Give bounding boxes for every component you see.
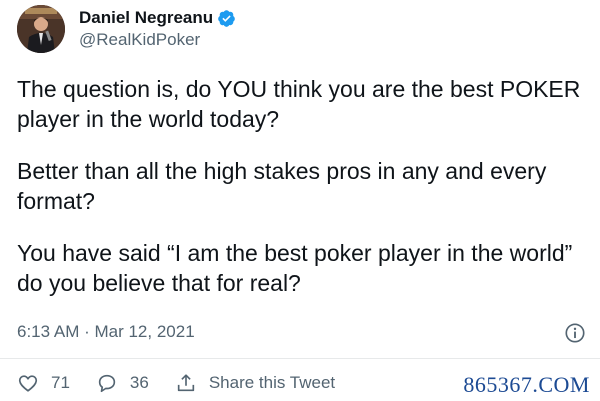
reply-bubble-icon: [98, 374, 116, 393]
like-count: 71: [51, 373, 70, 392]
share-label: Share this Tweet: [208, 373, 336, 392]
tweet-text: The question is, do YOU think you are th…: [17, 74, 583, 320]
share-icon: [177, 374, 195, 392]
tweet-paragraph: Better than all the high stakes pros in …: [17, 158, 547, 214]
like-button[interactable]: 71: [17, 372, 70, 394]
tweet-timestamp[interactable]: 6:13 AM · Mar 12, 2021: [17, 322, 195, 342]
tweet-header: Daniel Negreanu @RealKidPoker: [17, 5, 236, 53]
verified-badge-icon: [217, 9, 236, 28]
reply-button[interactable]: 36: [96, 372, 149, 394]
avatar[interactable]: [17, 5, 65, 53]
avatar-image: [17, 5, 65, 53]
tweet-paragraph: You have said “I am the best poker playe…: [17, 240, 573, 296]
display-name[interactable]: Daniel Negreanu: [79, 7, 213, 29]
share-button[interactable]: Share this Tweet: [175, 372, 335, 394]
heart-icon: [18, 375, 38, 392]
info-icon[interactable]: [564, 322, 586, 344]
tweet-actions: 71 36 Share this Tweet: [17, 372, 361, 394]
author-names: Daniel Negreanu @RealKidPoker: [79, 7, 236, 51]
name-row: Daniel Negreanu: [79, 7, 236, 29]
author-handle[interactable]: @RealKidPoker: [79, 29, 236, 51]
reply-count: 36: [129, 373, 149, 392]
tweet-paragraph: The question is, do YOU think you are th…: [17, 76, 581, 132]
divider: [0, 358, 600, 359]
watermark: 865367.COM: [463, 372, 590, 397]
tweet-card: Daniel Negreanu @RealKidPoker The questi…: [0, 0, 600, 401]
